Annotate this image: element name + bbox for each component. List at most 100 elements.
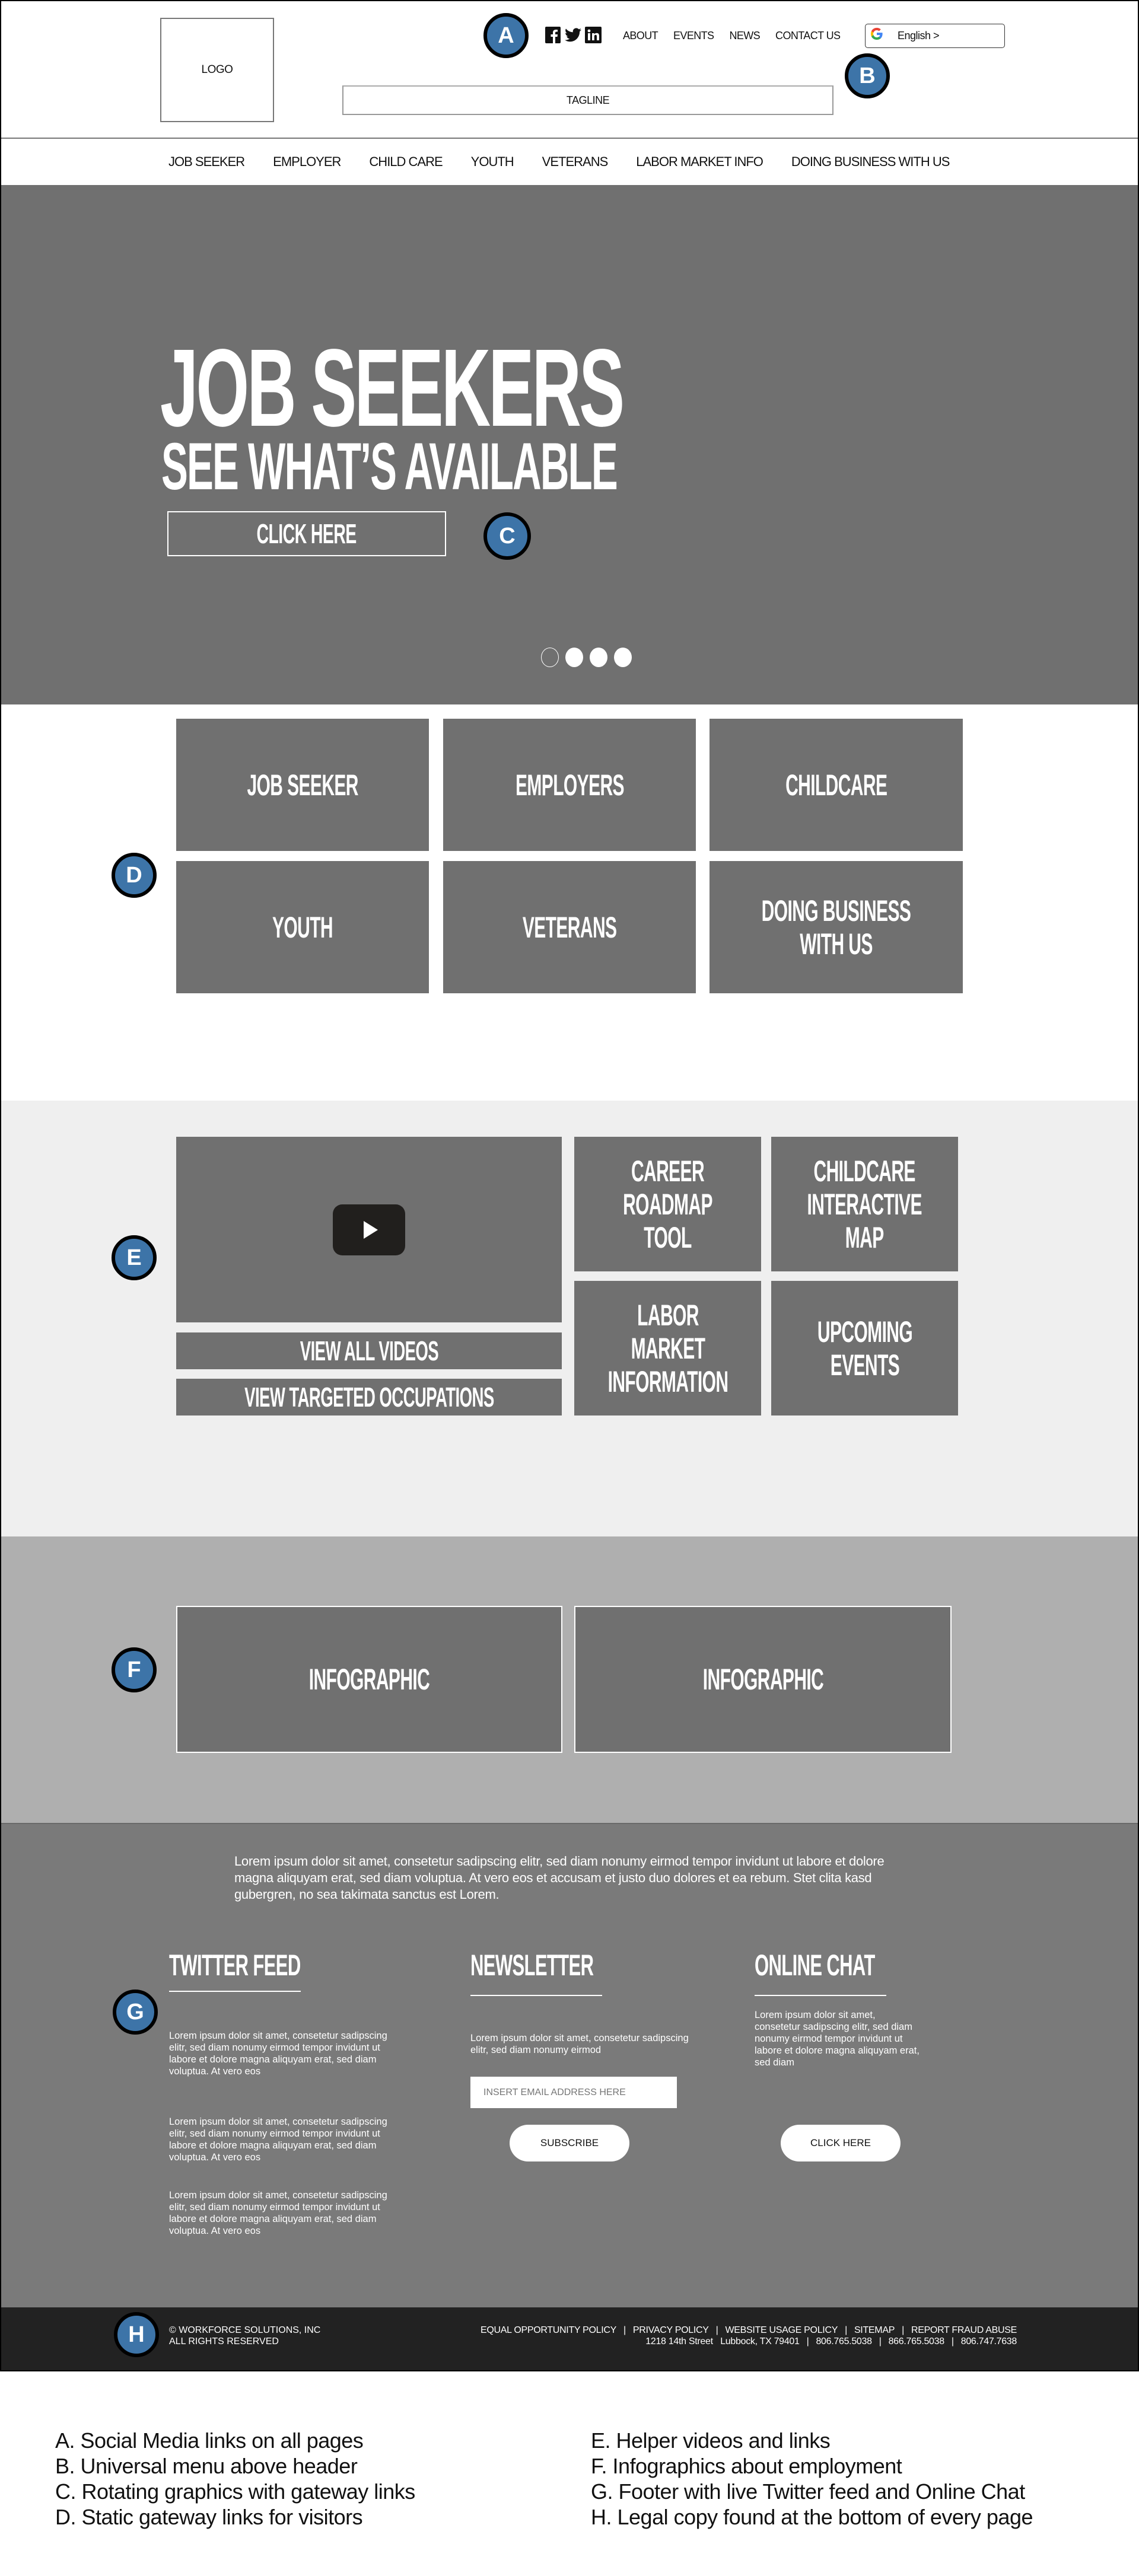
util-link-about[interactable]: ABOUT bbox=[623, 30, 658, 42]
legend-item: D. Static gateway links for visitors bbox=[55, 2505, 363, 2529]
tile-label: VETERANS bbox=[522, 910, 617, 944]
carousel-dots bbox=[541, 648, 632, 667]
tile-label: DOING BUSINESS WITH US bbox=[761, 894, 911, 961]
nav-item-child-care[interactable]: CHILD CARE bbox=[369, 154, 443, 170]
language-selector[interactable]: English > bbox=[865, 24, 1005, 48]
twitter-icon[interactable] bbox=[565, 26, 581, 44]
legal-link-website-usage[interactable]: WEBSITE USAGE POLICY bbox=[725, 2325, 838, 2335]
twitter-feed-title: TWITTER FEED bbox=[169, 1949, 301, 1982]
tile-label: UPCOMING EVENTS bbox=[817, 1315, 912, 1382]
tile-label: JOB SEEKER bbox=[247, 768, 358, 802]
video-player[interactable] bbox=[176, 1137, 562, 1322]
hero-subtitle: SEE WHAT’S AVAILABLE bbox=[161, 429, 618, 503]
badge-letter: D bbox=[126, 862, 142, 888]
badge-letter: B bbox=[859, 63, 876, 88]
helper-tile-childcare-map[interactable]: CHILDCARE INTERACTIVE MAP bbox=[771, 1137, 958, 1271]
annotation-badge-g: G bbox=[113, 1990, 158, 2035]
online-chat-title: ONLINE CHAT bbox=[755, 1949, 875, 1982]
carousel-dot[interactable] bbox=[614, 648, 632, 667]
google-icon bbox=[870, 27, 883, 45]
annotation-badge-b: B bbox=[845, 53, 890, 98]
button-label: VIEW ALL VIDEOS bbox=[300, 1335, 438, 1366]
annotation-badge-f: F bbox=[112, 1647, 157, 1692]
footer-intro-text: Lorem ipsum dolor sit amet, consetetur s… bbox=[234, 1854, 885, 1902]
nav-item-veterans[interactable]: VETERANS bbox=[542, 154, 609, 170]
logo-label: LOGO bbox=[201, 63, 233, 76]
newsletter-text: Lorem ipsum dolor sit amet, consetetur s… bbox=[470, 2033, 689, 2055]
legal-link-report-fraud[interactable]: REPORT FRAUD ABUSE bbox=[911, 2325, 1017, 2335]
util-link-news[interactable]: NEWS bbox=[729, 30, 760, 42]
badge-letter: G bbox=[126, 1999, 144, 2025]
carousel-dot[interactable] bbox=[565, 648, 583, 667]
subscribe-button[interactable]: SUBSCRIBE bbox=[510, 2125, 629, 2161]
tagline-text: TAGLINE bbox=[566, 94, 610, 106]
hero-cta-button[interactable]: CLICK HERE bbox=[167, 511, 446, 556]
view-all-videos-button[interactable]: VIEW ALL VIDEOS bbox=[176, 1332, 562, 1369]
facebook-icon[interactable] bbox=[545, 26, 561, 44]
twitter-divider bbox=[169, 1991, 301, 1992]
tile-label: CHILDCARE INTERACTIVE MAP bbox=[807, 1154, 922, 1254]
infographic-label: INFOGRAPHIC bbox=[308, 1663, 430, 1696]
helper-tile-upcoming-events[interactable]: UPCOMING EVENTS bbox=[771, 1281, 958, 1415]
legend-item: B. Universal menu above header bbox=[55, 2454, 358, 2478]
copyright: © WORKFORCE SOLUTIONS, INC ALL RIGHTS RE… bbox=[169, 2325, 320, 2347]
view-targeted-occupations-button[interactable]: VIEW TARGETED OCCUPATIONS bbox=[176, 1379, 562, 1415]
utility-menu: ABOUT EVENTS NEWS CONTACT US bbox=[623, 26, 855, 45]
legal-link-privacy[interactable]: PRIVACY POLICY bbox=[633, 2325, 709, 2335]
legal-link-sitemap[interactable]: SITEMAP bbox=[854, 2325, 895, 2335]
legend-right: E. Helper videos and links F. Infographi… bbox=[591, 2428, 1033, 2530]
carousel-dot[interactable] bbox=[541, 648, 559, 667]
nav-item-doing-business[interactable]: DOING BUSINESS WITH US bbox=[791, 154, 950, 170]
phone[interactable]: 806.747.7638 bbox=[961, 2336, 1017, 2347]
gateway-tile-employers[interactable]: EMPLOYERS bbox=[443, 719, 696, 851]
badge-letter: C bbox=[499, 523, 516, 549]
tile-label: CAREER ROADMAP TOOL bbox=[623, 1154, 712, 1254]
online-chat-button[interactable]: CLICK HERE bbox=[781, 2125, 901, 2161]
legal-link-equal-opportunity[interactable]: EQUAL OPPORTUNITY POLICY bbox=[481, 2325, 616, 2335]
hero-title: JOB SEEKERS bbox=[160, 327, 625, 449]
helper-tile-labor-market[interactable]: LABOR MARKET INFORMATION bbox=[574, 1281, 761, 1415]
gateway-tile-veterans[interactable]: VETERANS bbox=[443, 861, 696, 993]
nav-item-job-seeker[interactable]: JOB SEEKER bbox=[168, 154, 245, 170]
infographic-section bbox=[0, 1536, 1139, 1823]
hero-cta-label: CLICK HERE bbox=[256, 518, 357, 549]
gateway-tile-job-seeker[interactable]: JOB SEEKER bbox=[176, 719, 429, 851]
badge-letter: A bbox=[498, 23, 514, 48]
play-icon[interactable] bbox=[333, 1204, 405, 1255]
helper-tile-career-roadmap[interactable]: CAREER ROADMAP TOOL bbox=[574, 1137, 761, 1271]
gateway-tile-youth[interactable]: YOUTH bbox=[176, 861, 429, 993]
logo[interactable]: LOGO bbox=[160, 18, 274, 122]
helper-section bbox=[0, 1101, 1139, 1536]
annotation-badge-a: A bbox=[483, 13, 529, 58]
online-chat-divider bbox=[755, 1995, 886, 1996]
annotation-badge-c: C bbox=[483, 512, 531, 560]
copyright-text: © WORKFORCE SOLUTIONS, INC bbox=[169, 2325, 321, 2335]
linkedin-icon[interactable] bbox=[585, 26, 602, 44]
online-chat-text: Lorem ipsum dolor sit amet, consetetur s… bbox=[755, 2010, 920, 2068]
tile-label: EMPLOYERS bbox=[515, 768, 625, 802]
infographic-1[interactable]: INFOGRAPHIC bbox=[176, 1606, 562, 1753]
phone[interactable]: 866.765.5038 bbox=[889, 2336, 945, 2347]
nav-item-youth[interactable]: YOUTH bbox=[471, 154, 514, 170]
tile-label: YOUTH bbox=[272, 910, 333, 944]
button-label: VIEW TARGETED OCCUPATIONS bbox=[244, 1382, 494, 1413]
nav-item-employer[interactable]: EMPLOYER bbox=[273, 154, 341, 170]
carousel-dot[interactable] bbox=[590, 648, 607, 667]
infographic-2[interactable]: INFOGRAPHIC bbox=[574, 1606, 952, 1753]
newsletter-email-input[interactable] bbox=[470, 2077, 677, 2108]
util-link-contact-us[interactable]: CONTACT US bbox=[775, 30, 841, 42]
util-link-events[interactable]: EVENTS bbox=[673, 30, 714, 42]
nav-item-labor-market-info[interactable]: LABOR MARKET INFO bbox=[636, 154, 763, 170]
gateway-tile-doing-business[interactable]: DOING BUSINESS WITH US bbox=[710, 861, 963, 993]
legend-item: F. Infographics about employment bbox=[591, 2454, 902, 2478]
newsletter-title: NEWSLETTER bbox=[470, 1949, 594, 1982]
badge-letter: E bbox=[126, 1245, 142, 1270]
annotation-badge-e: E bbox=[112, 1235, 157, 1280]
tweet: Lorem ipsum dolor sit amet, consetetur s… bbox=[169, 2116, 387, 2163]
phone[interactable]: 806.765.5038 bbox=[816, 2336, 872, 2347]
gateway-tile-childcare[interactable]: CHILDCARE bbox=[710, 719, 963, 851]
newsletter-divider bbox=[470, 1995, 602, 1996]
legend-left: A. Social Media links on all pages B. Un… bbox=[55, 2428, 415, 2530]
badge-letter: H bbox=[128, 2322, 145, 2347]
badge-letter: F bbox=[127, 1657, 141, 1682]
